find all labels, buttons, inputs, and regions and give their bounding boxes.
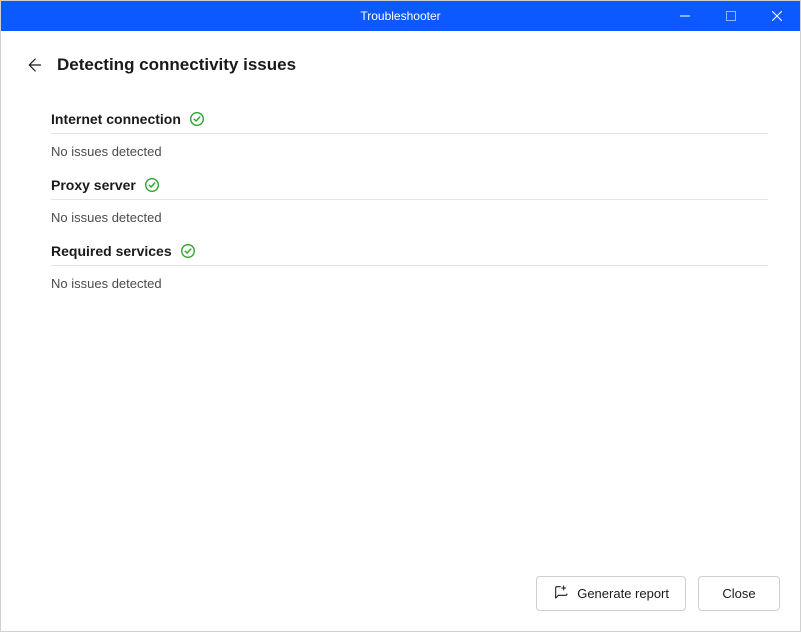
page-title: Detecting connectivity issues — [57, 55, 296, 75]
section-header: Required services — [51, 243, 768, 265]
section-title: Proxy server — [51, 177, 136, 193]
section-header: Internet connection — [51, 111, 768, 133]
check-circle-icon — [189, 111, 205, 127]
section-header: Proxy server — [51, 177, 768, 199]
report-icon — [553, 584, 569, 603]
check-circle-icon — [144, 177, 160, 193]
sections-container: Internet connection No issues detected P… — [1, 83, 800, 291]
header-row: Detecting connectivity issues — [1, 31, 800, 83]
check-circle-icon — [180, 243, 196, 259]
section-title: Internet connection — [51, 111, 181, 127]
generate-report-label: Generate report — [577, 586, 669, 601]
titlebar: Troubleshooter — [1, 1, 800, 31]
section-proxy-server: Proxy server No issues detected — [51, 159, 768, 225]
content-area: Detecting connectivity issues Internet c… — [1, 31, 800, 562]
section-title: Required services — [51, 243, 172, 259]
generate-report-button[interactable]: Generate report — [536, 576, 686, 611]
section-message: No issues detected — [51, 134, 768, 159]
maximize-button[interactable] — [708, 1, 754, 31]
back-button[interactable] — [23, 55, 43, 75]
footer: Generate report Close — [1, 562, 800, 631]
section-internet-connection: Internet connection No issues detected — [51, 93, 768, 159]
window-controls — [662, 1, 800, 31]
close-window-button[interactable] — [754, 1, 800, 31]
section-required-services: Required services No issues detected — [51, 225, 768, 291]
section-message: No issues detected — [51, 200, 768, 225]
minimize-button[interactable] — [662, 1, 708, 31]
close-label: Close — [722, 586, 755, 601]
section-message: No issues detected — [51, 266, 768, 291]
close-button[interactable]: Close — [698, 576, 780, 611]
